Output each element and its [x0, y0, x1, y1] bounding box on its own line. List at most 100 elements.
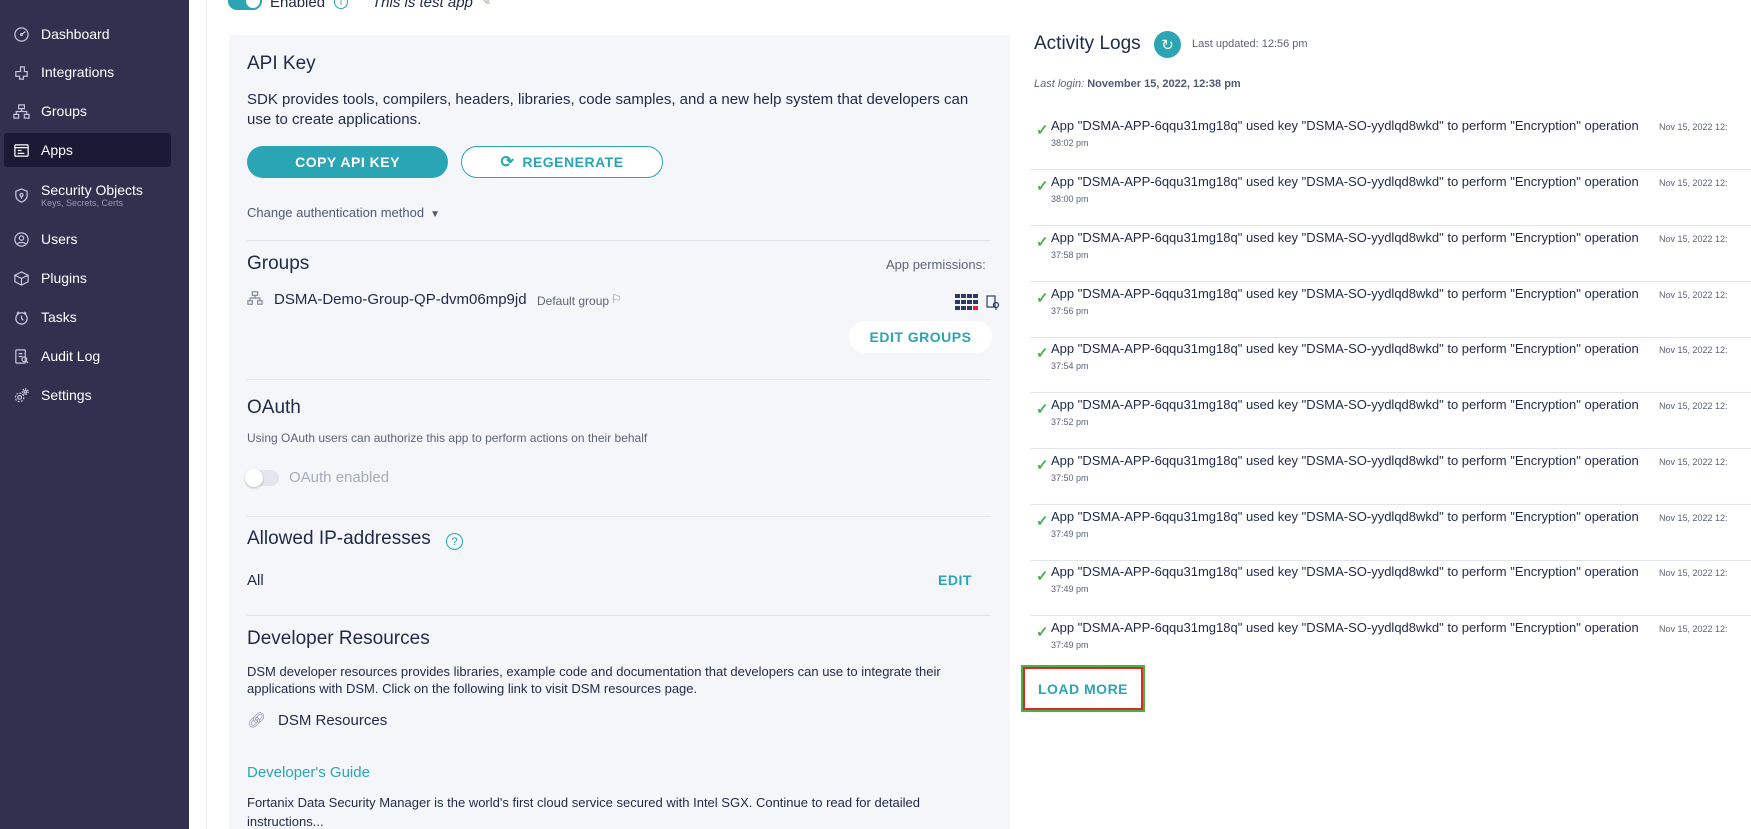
permissions-key-icon[interactable] [985, 294, 1001, 315]
developer-resources-title: Developer Resources [247, 628, 430, 649]
log-date: Nov 15, 2022 12: [1659, 178, 1728, 188]
checkmark-icon: ✓ [1036, 624, 1049, 641]
divider [247, 240, 991, 241]
divider [247, 615, 991, 616]
log-time: 37:49 pm [1051, 640, 1089, 650]
checkmark-icon: ✓ [1036, 178, 1049, 195]
log-message: App "DSMA-APP-6qqu31mg18q" used key "DSM… [1051, 453, 1639, 468]
log-date: Nov 15, 2022 12: [1659, 624, 1728, 634]
log-message: App "DSMA-APP-6qqu31mg18q" used key "DSM… [1051, 230, 1639, 245]
developer-resources-description: DSM developer resources provides librari… [247, 664, 941, 696]
apps-icon [12, 141, 30, 159]
log-time: 37:50 pm [1051, 473, 1089, 483]
api-key-title: API Key [247, 53, 316, 74]
sidebar-item-users[interactable]: Users [4, 222, 171, 256]
load-more-button[interactable]: LOAD MORE [1021, 665, 1145, 712]
developers-guide-text: Fortanix Data Security Manager is the wo… [247, 795, 921, 829]
copy-api-key-button[interactable]: COPY API KEY [247, 146, 448, 178]
last-updated-text: Last updated: 12:56 pm [1192, 38, 1308, 50]
settings-icon [12, 386, 30, 404]
checkmark-icon: ✓ [1036, 234, 1049, 251]
groups-icon [12, 102, 30, 120]
flag-icon: ⚐ [611, 292, 622, 306]
change-auth-method-link[interactable]: Change authentication method ▼ [247, 205, 440, 220]
sidebar-item-label: Plugins [41, 270, 87, 286]
content-gutter [189, 0, 207, 829]
developers-guide-title[interactable]: Developer's Guide [247, 763, 370, 783]
log-entry: ✓ App "DSMA-APP-6qqu31mg18q" used key "DS… [1030, 560, 1751, 616]
app-enabled-label: Enabled [270, 0, 326, 11]
help-icon[interactable]: ? [446, 533, 463, 550]
group-name[interactable]: DSMA-Demo-Group-QP-dvm06mp9jd [274, 290, 527, 310]
log-message: App "DSMA-APP-6qqu31mg18q" used key "DSM… [1051, 286, 1639, 301]
app-description: This is test app [372, 0, 473, 11]
oauth-toggle[interactable] [245, 469, 279, 487]
log-entry: ✓ App "DSMA-APP-6qqu31mg18q" used key "DS… [1030, 226, 1751, 282]
last-login-label: Last login: [1034, 78, 1085, 90]
log-date: Nov 15, 2022 12: [1659, 290, 1728, 300]
sidebar-item-security-objects[interactable]: Security Objects Keys, Secrets, Certs [4, 177, 171, 213]
last-login: Last login: November 15, 2022, 12:38 pm [1034, 78, 1241, 90]
sidebar-item-label: Apps [41, 142, 73, 158]
log-entry: ✓ App "DSMA-APP-6qqu31mg18q" used key "DS… [1030, 337, 1751, 393]
dsm-resources-link[interactable]: DSM Resources [278, 711, 387, 731]
log-message: App "DSMA-APP-6qqu31mg18q" used key "DSM… [1051, 341, 1639, 356]
log-date: Nov 15, 2022 12: [1659, 457, 1728, 467]
default-group-label: Default group [537, 294, 610, 308]
pencil-icon[interactable]: ✎ [481, 0, 491, 8]
edit-groups-button[interactable]: EDIT GROUPS [849, 321, 992, 353]
tasks-icon [12, 308, 30, 326]
sidebar-item-settings[interactable]: Settings [4, 378, 171, 412]
app-permissions-label: App permissions: [886, 257, 986, 272]
sidebar-item-apps[interactable]: Apps [4, 133, 171, 167]
last-login-value: November 15, 2022, 12:38 pm [1087, 78, 1241, 90]
log-time: 37:49 pm [1051, 584, 1089, 594]
checkmark-icon: ✓ [1036, 457, 1049, 474]
change-auth-label: Change authentication method [247, 205, 425, 220]
sidebar-item-dashboard[interactable]: Dashboard [4, 17, 171, 51]
link-icon: 🔗︎ [247, 712, 267, 729]
log-message: App "DSMA-APP-6qqu31mg18q" used key "DSM… [1051, 174, 1639, 189]
checkmark-icon: ✓ [1036, 568, 1049, 585]
regenerate-button[interactable]: ⟳ REGENERATE [461, 146, 663, 178]
log-entry: ✓ App "DSMA-APP-6qqu31mg18q" used key "DS… [1030, 616, 1751, 672]
log-entry: ✓ App "DSMA-APP-6qqu31mg18q" used key "DS… [1030, 393, 1751, 449]
edit-ip-button[interactable]: EDIT [938, 572, 972, 588]
log-entry: ✓ App "DSMA-APP-6qqu31mg18q" used key "DS… [1030, 282, 1751, 338]
sidebar-item-label: Users [41, 231, 78, 247]
checkmark-icon: ✓ [1036, 345, 1049, 362]
log-message: App "DSMA-APP-6qqu31mg18q" used key "DSM… [1051, 509, 1639, 524]
log-entry: ✓ App "DSMA-APP-6qqu31mg18q" used key "DS… [1030, 170, 1751, 226]
log-message: App "DSMA-APP-6qqu31mg18q" used key "DSM… [1051, 564, 1639, 579]
app-enabled-toggle[interactable] [228, 0, 262, 10]
groups-title: Groups [247, 253, 310, 274]
divider [247, 379, 991, 380]
sidebar-item-audit-log[interactable]: Audit Log [4, 339, 171, 373]
log-date: Nov 15, 2022 12: [1659, 401, 1728, 411]
sidebar-item-label: Audit Log [41, 348, 101, 364]
sidebar-item-label: Integrations [41, 64, 115, 80]
sidebar: Dashboard Integrations Groups Apps Secur… [0, 0, 189, 829]
activity-logs-title: Activity Logs [1034, 33, 1141, 54]
sidebar-item-tasks[interactable]: Tasks [4, 300, 171, 334]
load-more-label: LOAD MORE [1037, 680, 1129, 697]
sidebar-item-integrations[interactable]: Integrations [4, 55, 171, 89]
log-message: App "DSMA-APP-6qqu31mg18q" used key "DSM… [1051, 118, 1639, 133]
checkmark-icon: ✓ [1036, 290, 1049, 307]
edit-groups-label: EDIT GROUPS [869, 329, 972, 345]
refresh-icon[interactable]: ↻ [1154, 31, 1181, 58]
log-time: 38:02 pm [1051, 138, 1089, 148]
log-date: Nov 15, 2022 12: [1659, 513, 1728, 523]
log-time: 37:56 pm [1051, 306, 1089, 316]
log-time: 37:58 pm [1051, 250, 1089, 260]
sidebar-item-plugins[interactable]: Plugins [4, 261, 171, 295]
sidebar-item-label: Security Objects [41, 181, 143, 198]
permissions-grid-icon[interactable] [955, 294, 979, 315]
info-icon[interactable]: i [334, 0, 348, 9]
users-icon [12, 230, 30, 248]
copy-api-key-label: COPY API KEY [295, 154, 400, 170]
sidebar-item-groups[interactable]: Groups [4, 94, 171, 128]
checkmark-icon: ✓ [1036, 401, 1049, 418]
plugins-icon [12, 269, 30, 287]
checkmark-icon: ✓ [1036, 513, 1049, 530]
